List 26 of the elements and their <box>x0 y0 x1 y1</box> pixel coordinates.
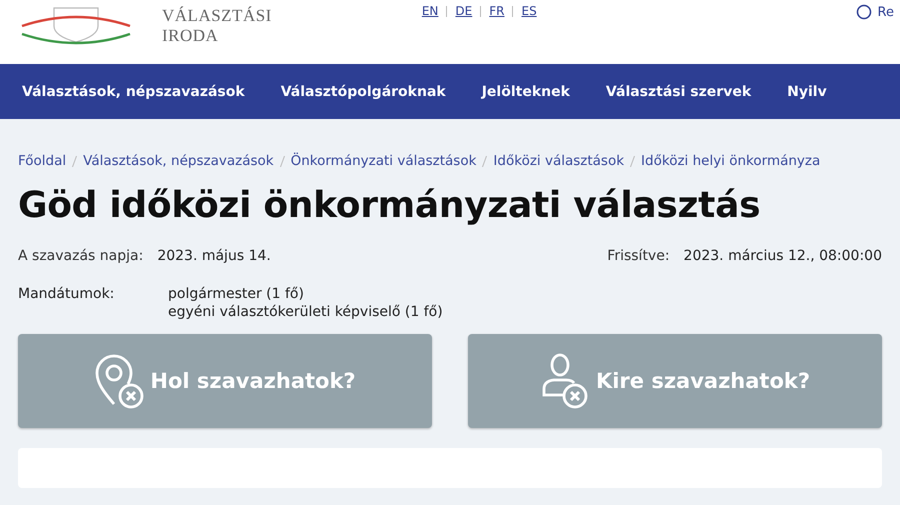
mandate-item: egyéni választókerületi képviselő (1 fő) <box>168 304 443 320</box>
field-label: A szavazás napja: <box>18 248 144 264</box>
field-label: Frissítve: <box>607 248 670 264</box>
menu-item[interactable]: Választási szervek <box>606 84 752 100</box>
page-title: Göd időközi önkormányzati választás <box>18 185 762 226</box>
menu-item[interactable]: Választópolgároknak <box>280 84 446 100</box>
office-name: VÁLASZTÁSI <box>162 6 272 26</box>
menu-item[interactable]: Választások, népszavazások <box>22 84 245 100</box>
language-link[interactable]: EN <box>422 4 438 18</box>
language-link[interactable]: ES <box>521 4 537 18</box>
header-link[interactable]: Re <box>878 4 894 20</box>
breadcrumb-link[interactable]: Időközi választások <box>493 153 624 169</box>
breadcrumb-link[interactable]: Időközi helyi önkormányza <box>641 153 820 169</box>
breadcrumb-link[interactable]: Főoldal <box>18 153 66 169</box>
breadcrumb-link[interactable]: Önkormányzati választások <box>290 153 476 169</box>
field-value: 2023. március 12., 08:00:00 <box>684 248 882 264</box>
language-link[interactable]: DE <box>455 4 472 18</box>
language-link[interactable]: FR <box>489 4 504 18</box>
mandate-item: polgármester (1 fő) <box>168 286 305 302</box>
location-pin-icon <box>94 352 144 410</box>
field-value: 2023. május 14. <box>157 248 271 264</box>
field-label: Mandátumok: <box>18 286 116 304</box>
menu-item[interactable]: Jelölteknek <box>482 84 570 100</box>
menu-item[interactable]: Nyilv <box>787 84 827 100</box>
office-name: IRODA <box>162 26 220 46</box>
breadcrumb-link[interactable]: Választások, népszavazások <box>83 153 274 169</box>
